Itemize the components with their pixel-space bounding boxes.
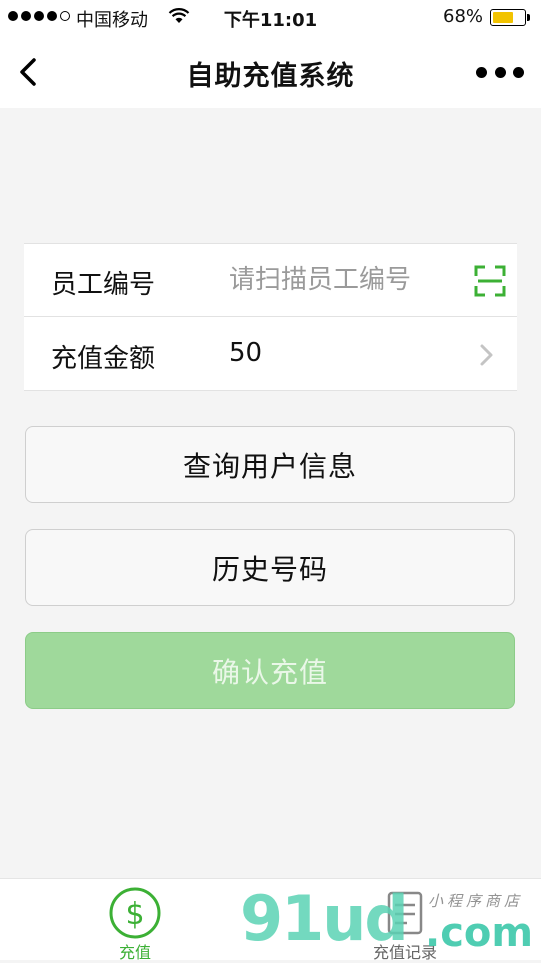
more-dots-icon xyxy=(476,66,487,78)
chevron-right-icon[interactable] xyxy=(478,342,496,368)
tab-recharge-label: 充值 xyxy=(118,943,151,962)
tab-recharge-history[interactable]: 充值记录 xyxy=(345,879,465,962)
amount-label: 充值金额 xyxy=(51,344,156,374)
tab-recharge-history-label: 充值记录 xyxy=(372,943,437,962)
tab-recharge[interactable]: $ 充值 xyxy=(75,879,195,962)
page-title: 自助充值系统 xyxy=(186,61,355,92)
amount-value[interactable]: 50 xyxy=(229,338,262,368)
tab-bar: $ 充值 充值记录 xyxy=(0,878,541,962)
amount-row[interactable]: 充值金额 50 xyxy=(24,318,517,391)
scan-icon xyxy=(474,265,506,297)
svg-text:$: $ xyxy=(125,897,144,932)
employee-id-input[interactable] xyxy=(229,258,459,302)
employee-id-row: 员工编号 xyxy=(24,244,517,317)
status-bar: 中国移动 下午11:01 68% xyxy=(0,0,541,36)
scan-button[interactable] xyxy=(474,265,506,297)
more-dots-icon xyxy=(513,66,524,78)
more-button[interactable] xyxy=(476,60,524,84)
dollar-icon: $ xyxy=(109,887,161,939)
battery-percent: 68% xyxy=(443,6,484,27)
confirm-recharge-button[interactable]: 确认充值 xyxy=(25,632,515,709)
history-numbers-button[interactable]: 历史号码 xyxy=(25,529,515,606)
more-dots-icon xyxy=(494,66,506,78)
battery-icon xyxy=(490,9,526,26)
employee-id-label: 员工编号 xyxy=(51,270,156,300)
query-user-info-button[interactable]: 查询用户信息 xyxy=(25,426,515,503)
recharge-form: 员工编号 充值金额 50 xyxy=(24,243,517,391)
battery-cap xyxy=(527,14,530,21)
nav-bar: 自助充值系统 xyxy=(0,36,541,108)
document-icon xyxy=(387,891,423,935)
